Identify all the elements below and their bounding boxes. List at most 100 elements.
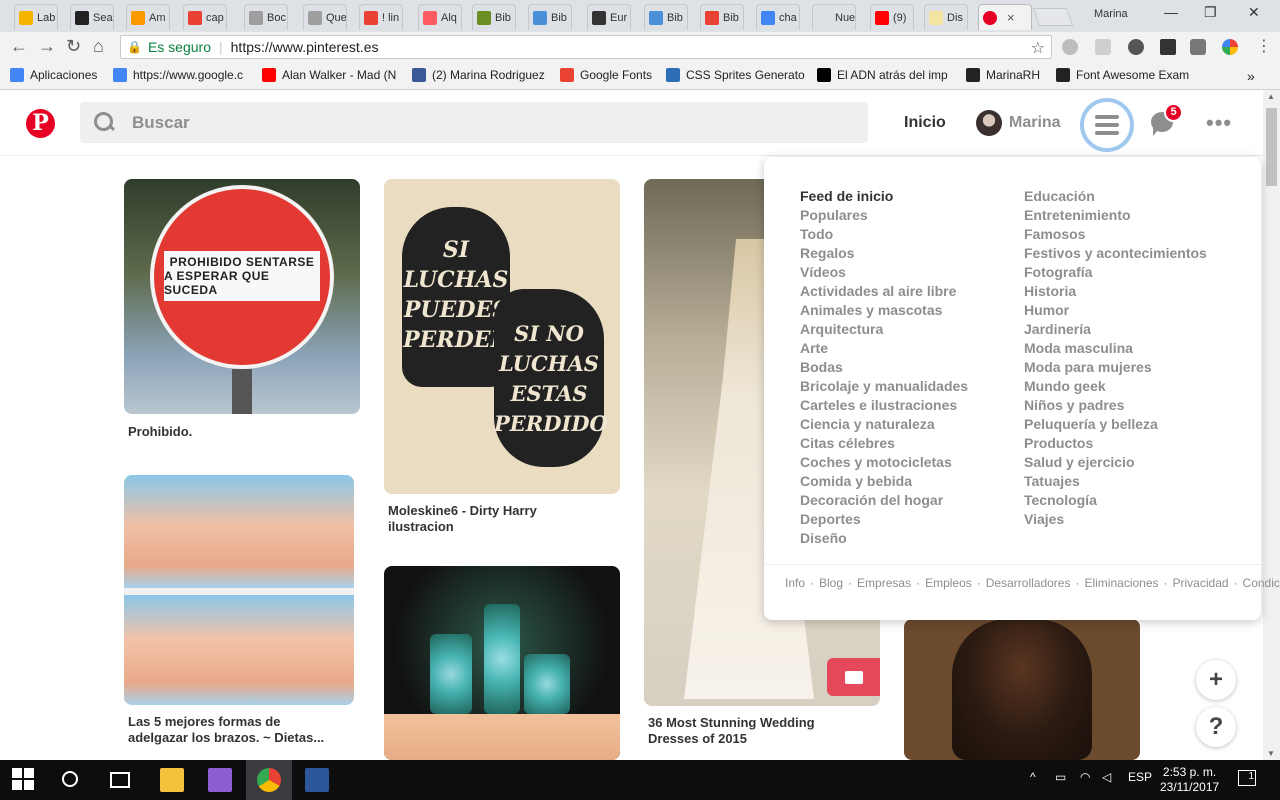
menu-item-category[interactable]: Populares: [800, 206, 968, 225]
pin-title[interactable]: Las 5 mejores formas de adelgazar los br…: [128, 714, 328, 746]
user-name[interactable]: Marina: [1009, 114, 1061, 132]
pinterest-logo[interactable]: P: [26, 109, 55, 138]
bookmark-item[interactable]: CSS Sprites Generato: [666, 68, 805, 82]
footer-link[interactable]: Info: [785, 576, 805, 590]
word-icon[interactable]: [305, 768, 329, 792]
file-explorer-icon[interactable]: [160, 768, 184, 792]
bookmarks-overflow-icon[interactable]: »: [1247, 68, 1255, 84]
browser-tab[interactable]: Bib: [644, 4, 688, 30]
url-text[interactable]: https://www.pinterest.es: [231, 39, 379, 55]
browser-tab[interactable]: Dis: [924, 4, 968, 30]
skype-extension-icon[interactable]: [1062, 39, 1078, 55]
bookmark-item[interactable]: Font Awesome Exam: [1056, 68, 1189, 82]
browser-tab[interactable]: Sea: [70, 4, 114, 30]
visual-studio-icon[interactable]: [208, 768, 232, 792]
pin-image-glow-jars[interactable]: [384, 566, 620, 760]
menu-item-category[interactable]: Carteles e ilustraciones: [800, 396, 968, 415]
menu-item-category[interactable]: Tecnología: [1024, 491, 1207, 510]
menu-item-category[interactable]: Arte: [800, 339, 968, 358]
menu-item-category[interactable]: Moda para mujeres: [1024, 358, 1207, 377]
add-pin-button[interactable]: +: [1196, 660, 1236, 700]
pin-title[interactable]: Moleskine6 - Dirty Harry ilustracion: [388, 503, 588, 535]
pin-image-prohibido[interactable]: PROHIBIDO SENTARSE A ESPERAR QUE SUCEDA: [124, 179, 360, 414]
send-button[interactable]: [827, 658, 880, 696]
bookmark-item[interactable]: El ADN atrás del imp: [817, 68, 948, 82]
search-taskbar-icon[interactable]: [62, 771, 78, 787]
menu-item-category[interactable]: Actividades al aire libre: [800, 282, 968, 301]
menu-item-category[interactable]: Peluquería y belleza: [1024, 415, 1207, 434]
forward-icon[interactable]: →: [38, 36, 56, 57]
browser-tab[interactable]: Am: [126, 4, 170, 30]
scrollbar-thumb[interactable]: [1266, 108, 1277, 186]
camera-extension-icon[interactable]: [1190, 39, 1206, 55]
menu-item-category[interactable]: Todo: [800, 225, 968, 244]
network-icon[interactable]: ▭: [1055, 770, 1066, 784]
bookmark-item[interactable]: Aplicaciones: [10, 68, 97, 82]
bookmark-item[interactable]: Google Fonts: [560, 68, 652, 82]
menu-item-category[interactable]: Famosos: [1024, 225, 1207, 244]
browser-tab[interactable]: cha: [756, 4, 800, 30]
home-link[interactable]: Inicio: [904, 114, 946, 132]
scroll-down-icon[interactable]: ▼: [1267, 749, 1275, 758]
menu-item-category[interactable]: Animales y mascotas: [800, 301, 968, 320]
help-button[interactable]: ?: [1196, 707, 1236, 747]
menu-item-category[interactable]: Feed de inicio: [800, 187, 968, 206]
browser-tab[interactable]: Lab: [14, 4, 58, 30]
menu-item-category[interactable]: Historia: [1024, 282, 1207, 301]
profile-name[interactable]: Marina: [1094, 8, 1128, 20]
home-icon[interactable]: ⌂: [93, 36, 104, 57]
reload-icon[interactable]: ↻: [66, 36, 81, 57]
browser-tab[interactable]: cap: [183, 4, 227, 30]
footer-link[interactable]: Condiciones: [1243, 576, 1280, 590]
menu-item-category[interactable]: Niños y padres: [1024, 396, 1207, 415]
task-view-icon[interactable]: [110, 772, 130, 788]
browser-tab[interactable]: Boc: [244, 4, 288, 30]
menu-item-category[interactable]: Vídeos: [800, 263, 968, 282]
menu-item-category[interactable]: Comida y bebida: [800, 472, 968, 491]
menu-item-category[interactable]: Arquitectura: [800, 320, 968, 339]
action-center-icon[interactable]: 1: [1238, 770, 1256, 786]
color-extension-icon[interactable]: [1222, 39, 1238, 55]
menu-item-category[interactable]: Festivos y acontecimientos: [1024, 244, 1207, 263]
footer-link[interactable]: Empresas: [857, 576, 911, 590]
bookmark-item[interactable]: MarinaRH: [966, 68, 1040, 82]
start-icon[interactable]: [12, 768, 36, 792]
menu-item-category[interactable]: Productos: [1024, 434, 1207, 453]
pin-title[interactable]: 36 Most Stunning Wedding Dresses of 2015: [648, 715, 858, 747]
chrome-menu-icon[interactable]: ⋮: [1256, 36, 1272, 56]
menu-button[interactable]: [1080, 98, 1134, 152]
menu-item-category[interactable]: Humor: [1024, 301, 1207, 320]
scrollbar[interactable]: ▲ ▼: [1263, 90, 1280, 760]
eyedropper-extension-icon[interactable]: [1128, 39, 1144, 55]
pin-image-arms[interactable]: [124, 475, 354, 705]
back-icon[interactable]: ←: [10, 36, 28, 57]
tray-chevron-icon[interactable]: ^: [1030, 770, 1036, 784]
bookmark-item[interactable]: https://www.google.c: [113, 68, 243, 82]
menu-item-category[interactable]: Salud y ejercicio: [1024, 453, 1207, 472]
menu-item-category[interactable]: Jardinería: [1024, 320, 1207, 339]
close-window-icon[interactable]: ✕: [1248, 4, 1260, 21]
bookmark-star-icon[interactable]: ☆: [1031, 38, 1045, 58]
avatar[interactable]: [976, 110, 1002, 136]
pin-title[interactable]: Prohibido.: [128, 424, 358, 440]
browser-tab-active[interactable]: ×: [978, 4, 1032, 30]
pen-extension-icon[interactable]: [1160, 39, 1176, 55]
maximize-icon[interactable]: ❐: [1204, 4, 1217, 21]
minimize-icon[interactable]: —: [1164, 4, 1178, 20]
box-extension-icon[interactable]: [1095, 39, 1111, 55]
new-tab-button[interactable]: [1032, 8, 1074, 26]
menu-item-category[interactable]: Citas célebres: [800, 434, 968, 453]
bookmark-item[interactable]: (2) Marina Rodriguez: [412, 68, 545, 82]
footer-link[interactable]: Empleos: [925, 576, 972, 590]
browser-tab[interactable]: Que: [303, 4, 347, 30]
menu-item-category[interactable]: Fotografía: [1024, 263, 1207, 282]
wifi-icon[interactable]: ◠: [1080, 770, 1090, 784]
browser-tab[interactable]: ! lin: [359, 4, 403, 30]
menu-item-category[interactable]: Regalos: [800, 244, 968, 263]
tab-close-icon[interactable]: ×: [1007, 10, 1015, 25]
menu-item-category[interactable]: Educación: [1024, 187, 1207, 206]
browser-tab[interactable]: Nueva: [812, 4, 856, 30]
browser-tab[interactable]: (9): [870, 4, 914, 30]
bookmark-item[interactable]: Alan Walker - Mad (N: [262, 68, 396, 82]
browser-tab[interactable]: Alq: [418, 4, 462, 30]
